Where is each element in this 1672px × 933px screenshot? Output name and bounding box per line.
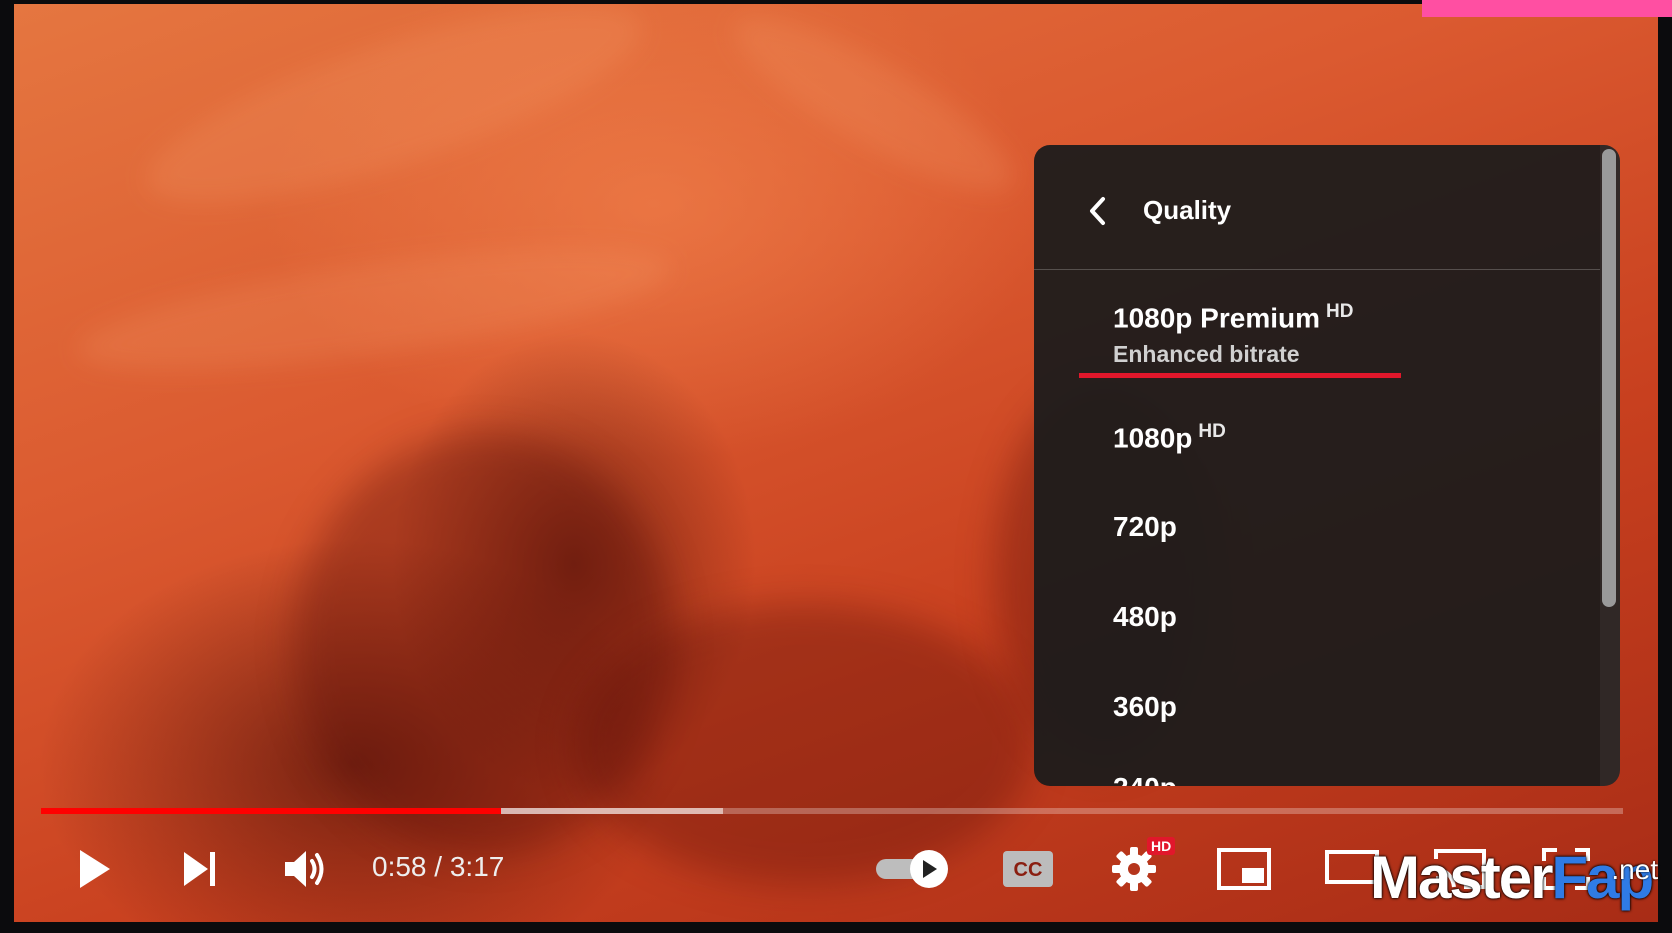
selected-underline	[1079, 373, 1401, 378]
quality-option-label: 240p	[1113, 772, 1177, 786]
panel-header: Quality	[1034, 145, 1600, 270]
watermark-logo: MasterFap .net	[1370, 848, 1658, 908]
autoplay-toggle-icon	[876, 850, 948, 888]
video-subject-shadow	[574, 604, 1034, 884]
play-icon	[80, 850, 110, 888]
hd-badge: HD	[1326, 301, 1354, 322]
captions-icon: CC	[1003, 851, 1053, 887]
hd-badge: HD	[1198, 421, 1226, 442]
quality-option-label: 1080p Premium	[1113, 302, 1320, 334]
quality-option-240p[interactable]: 240p	[1034, 751, 1600, 786]
autoplay-toggle[interactable]	[872, 847, 952, 891]
watermark-banner	[1422, 0, 1672, 17]
volume-icon	[285, 851, 324, 887]
time-display: 0:58 / 3:17	[372, 850, 504, 884]
video-fabric-highlight	[70, 222, 678, 396]
back-chevron-icon	[1090, 197, 1105, 225]
video-fabric-highlight	[128, 4, 660, 242]
quality-option-sublabel: Enhanced bitrate	[1113, 341, 1300, 367]
menu-scrollbar-thumb[interactable]	[1602, 149, 1616, 607]
progress-bar[interactable]	[41, 808, 1623, 814]
time-current: 0:58	[372, 851, 427, 882]
quality-option-label: 480p	[1113, 601, 1177, 632]
progress-played	[41, 808, 501, 814]
settings-hd-badge: HD	[1147, 837, 1176, 855]
captions-button[interactable]: CC	[1000, 847, 1056, 891]
quality-option-label: 720p	[1113, 511, 1177, 542]
quality-option-label: 360p	[1113, 691, 1177, 722]
svg-text:CC: CC	[1014, 859, 1043, 881]
video-fabric-highlight	[715, 4, 1033, 219]
next-icon	[184, 852, 215, 886]
time-total: 3:17	[449, 851, 505, 882]
quality-option-1080p[interactable]: 1080p HD	[1034, 391, 1600, 481]
miniplayer-button[interactable]	[1214, 845, 1274, 893]
quality-option-1080p-premium[interactable]: 1080p Premium HD Enhanced bitrate	[1034, 271, 1600, 391]
panel-title: Quality	[1143, 195, 1232, 225]
play-button[interactable]	[70, 845, 118, 893]
next-button[interactable]	[176, 845, 224, 893]
quality-option-360p[interactable]: 360p	[1034, 661, 1600, 751]
quality-option-label: 1080p	[1113, 422, 1193, 454]
miniplayer-icon	[1217, 848, 1271, 890]
back-button[interactable]	[1074, 187, 1122, 235]
video-player: Quality 1080p Premium HD Enhanced bitrate…	[0, 0, 1672, 933]
quality-option-720p[interactable]: 720p	[1034, 481, 1600, 571]
watermark-logo-suffix: .net	[1611, 854, 1659, 885]
quality-option-480p[interactable]: 480p	[1034, 571, 1600, 661]
time-separator: /	[426, 851, 450, 882]
quality-settings-panel: Quality 1080p Premium HD Enhanced bitrate…	[1034, 145, 1620, 786]
watermark-logo-part1: Master	[1370, 844, 1553, 911]
volume-button[interactable]	[280, 845, 332, 893]
